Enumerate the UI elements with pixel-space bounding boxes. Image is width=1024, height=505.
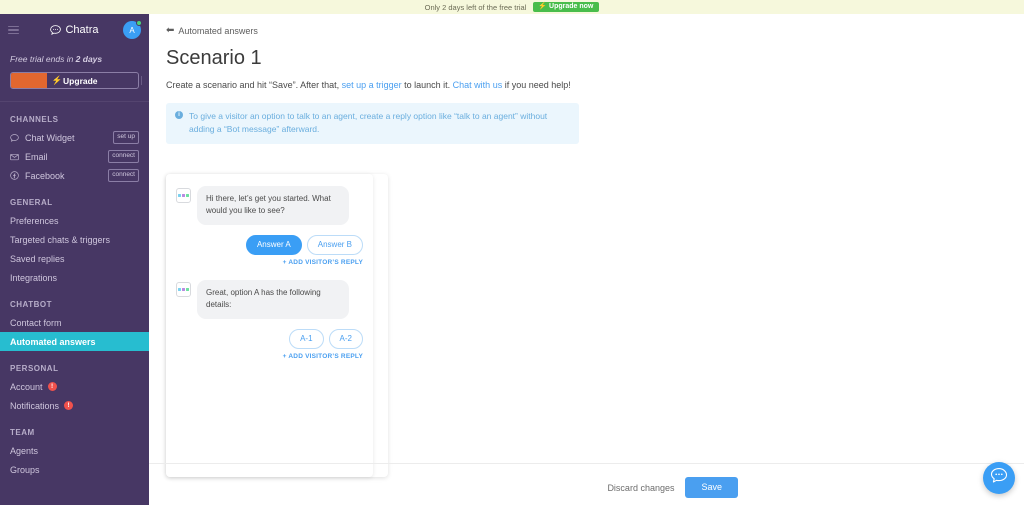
discard-changes-button[interactable]: Discard changes (607, 483, 674, 493)
sidebar-item-label: Targeted chats & triggers (10, 234, 111, 245)
trial-banner-text: Only 2 days left of the free trial (424, 2, 527, 12)
sidebar-section-title: CHATBOT (10, 300, 53, 309)
bot-message-bubble[interactable]: Great, option A has the following detail… (197, 279, 349, 319)
sidebar-section-title: CHANNELS (10, 115, 59, 124)
sidebar-item-action-badge[interactable]: connect (108, 169, 139, 182)
sidebar-item-label: Facebook (25, 170, 65, 181)
avatar[interactable]: A (123, 20, 142, 39)
sidebar-item-chat-widget[interactable]: Chat Widget set up (0, 128, 149, 147)
sidebar-item-label: Account (10, 381, 43, 392)
chat-bubble-icon (990, 467, 1008, 489)
sidebar-item-notifications[interactable]: Notifications! (0, 396, 149, 415)
sidebar: Chatra A Free trial ends in 2 days ⚡ Upg… (0, 14, 149, 505)
info-icon: i (175, 111, 183, 119)
add-visitor-reply-button[interactable]: + ADD VISITOR’S REPLY (176, 353, 363, 360)
upgrade-now-label: Upgrade now (549, 3, 594, 10)
reply-option-a-1[interactable]: A-1 (289, 328, 324, 349)
bolt-icon: ⚡ (538, 3, 548, 10)
online-status-dot (136, 20, 142, 26)
sidebar-section-title: TEAM (10, 428, 35, 437)
scenario-panel: Hi there, let’s get you started. What wo… (166, 174, 388, 477)
trial-note-value: 2 days (75, 54, 103, 64)
sidebar-item-label: Chat Widget (25, 132, 75, 143)
sidebar-item-integrations[interactable]: Integrations (0, 268, 149, 287)
sidebar-item-facebook[interactable]: Facebook connect (0, 166, 149, 185)
sidebar-item-action-badge[interactable]: connect (108, 150, 139, 163)
visitor-reply-row: Answer A Answer B (176, 234, 363, 255)
sidebar-sections: CHANNELS Chat Widget set up Email connect Fac… (0, 102, 149, 479)
set-up-trigger-link[interactable]: set up a trigger (342, 80, 402, 90)
arrow-left-icon: ⬅ (166, 25, 175, 36)
bolt-icon: ⚡ (51, 75, 63, 85)
main-content: ⬅ Automated answers Scenario 1 Create a … (149, 14, 1024, 505)
facebook-icon (10, 171, 21, 180)
bot-avatar-icon (176, 188, 191, 203)
footer-actions: Discard changes Save (607, 477, 738, 498)
sidebar-item-label: Preferences (10, 215, 59, 226)
alert-badge: ! (64, 401, 74, 410)
subtitle-part-2: to launch it. (401, 80, 453, 90)
sidebar-item-preferences[interactable]: Preferences (0, 211, 149, 230)
envelope-icon (10, 153, 21, 161)
info-notice: i To give a visitor an option to talk to… (166, 103, 579, 144)
trial-note: Free trial ends in 2 days (0, 46, 149, 64)
subtitle-part-3: if you need help! (502, 80, 571, 90)
sidebar-item-groups[interactable]: Groups (0, 460, 149, 479)
alert-badge: ! (47, 382, 57, 391)
sidebar-item-saved-replies[interactable]: Saved replies (0, 249, 149, 268)
upgrade-now-button[interactable]: ⚡ Upgrade now (533, 2, 600, 12)
page-title: Scenario 1 (166, 47, 262, 69)
footer-separator (149, 463, 1024, 464)
sidebar-item-agents[interactable]: Agents (0, 441, 149, 460)
upgrade-button[interactable]: ⚡ Upgrade (10, 72, 139, 89)
sidebar-item-targeted-chats-triggers[interactable]: Targeted chats & triggers (0, 230, 149, 249)
sidebar-item-label: Saved replies (10, 253, 65, 264)
reply-option-answer-b[interactable]: Answer B (306, 234, 363, 255)
bot-avatar-icon (176, 281, 191, 297)
sidebar-item-label: Email (25, 151, 48, 162)
brand-name: Chatra (65, 24, 99, 36)
sidebar-section-title: GENERAL (10, 198, 53, 207)
chat-with-us-link[interactable]: Chat with us (453, 80, 503, 90)
bot-message-bubble[interactable]: Hi there, let’s get you started. What wo… (197, 186, 349, 225)
sidebar-item-email[interactable]: Email connect (0, 147, 149, 166)
bot-message-row: Great, option A has the following detail… (176, 279, 363, 319)
add-visitor-reply-button[interactable]: + ADD VISITOR’S REPLY (176, 259, 363, 266)
sidebar-item-label: Automated answers (10, 336, 96, 347)
upgrade-tick-mark (141, 76, 142, 85)
upgrade-row: ⚡ Upgrade (0, 64, 149, 89)
bot-message-row: Hi there, let’s get you started. What wo… (176, 186, 363, 225)
back-link-label: Automated answers (178, 26, 258, 36)
reply-option-answer-a[interactable]: Answer A (245, 234, 302, 255)
sidebar-header: Chatra A (0, 14, 149, 46)
back-link[interactable]: ⬅ Automated answers (166, 25, 258, 37)
upgrade-progress-fill (11, 73, 47, 88)
sidebar-item-label: Groups (10, 464, 40, 475)
info-notice-text: To give a visitor an option to talk to a… (189, 111, 548, 134)
scenario-card: Hi there, let’s get you started. What wo… (166, 174, 373, 477)
sidebar-item-label: Contact form (10, 317, 62, 328)
chat-bubble-icon (10, 133, 21, 142)
chat-widget-fab[interactable] (983, 462, 1015, 494)
sidebar-section-title: PERSONAL (10, 364, 59, 373)
chat-bubble-icon (50, 25, 62, 35)
save-button[interactable]: Save (685, 477, 738, 498)
scenario-message-list: Hi there, let’s get you started. What wo… (176, 186, 363, 360)
sidebar-item-label: Agents (10, 445, 39, 456)
visitor-reply-row: A-1 A-2 (176, 328, 363, 349)
page-subtitle: Create a scenario and hit “Save”. After … (166, 80, 1024, 90)
sidebar-item-automated-answers[interactable]: Automated answers (0, 332, 149, 351)
sidebar-item-contact-form[interactable]: Contact form (0, 313, 149, 332)
upgrade-label-text: Upgrade (63, 75, 98, 86)
hamburger-icon[interactable] (8, 25, 19, 35)
sidebar-item-action-badge[interactable]: set up (113, 131, 139, 144)
trial-note-prefix: Free trial ends in (10, 54, 76, 64)
sidebar-item-label: Notifications (10, 400, 60, 411)
trial-banner: Only 2 days left of the free trial ⚡ Upg… (0, 0, 1024, 14)
reply-option-a-2[interactable]: A-2 (328, 328, 363, 349)
sidebar-item-account[interactable]: Account! (0, 377, 149, 396)
subtitle-part-1: Create a scenario and hit “Save”. After … (166, 80, 342, 90)
upgrade-button-label: ⚡ Upgrade (51, 75, 97, 86)
sidebar-item-label: Integrations (10, 272, 58, 283)
